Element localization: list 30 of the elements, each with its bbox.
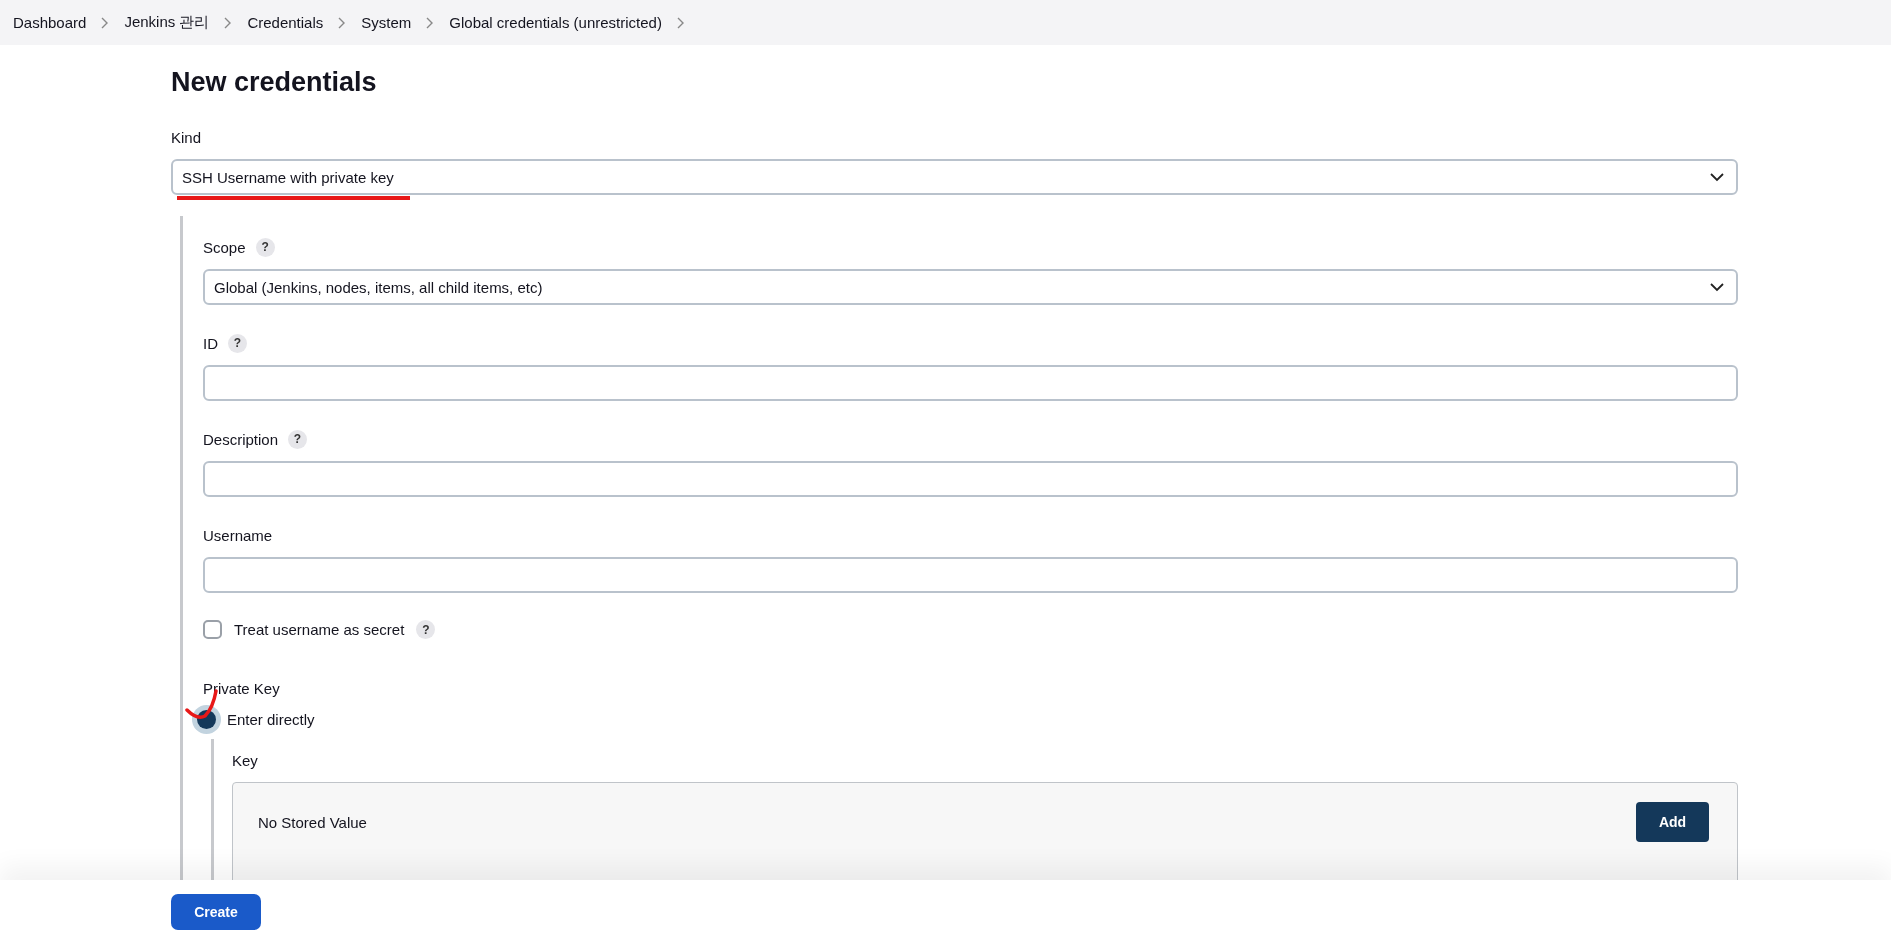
chevron-right-icon (675, 16, 686, 29)
help-icon[interactable]: ? (416, 620, 436, 639)
breadcrumb-link[interactable]: Credentials (247, 14, 324, 31)
checkbox[interactable] (203, 620, 222, 639)
breadcrumb-link[interactable]: Dashboard (13, 14, 87, 31)
field-label: Scope (203, 238, 246, 256)
checkbox-label: Treat username as secret (234, 621, 405, 638)
text-input-field[interactable] (203, 365, 1738, 401)
radio-label: Enter directly (227, 711, 315, 728)
create-button[interactable]: Create (171, 893, 261, 930)
field-label: Description (203, 430, 279, 448)
help-icon[interactable]: ? (228, 333, 247, 353)
field-label: Username (203, 526, 273, 544)
page-title: New credentials (171, 67, 378, 98)
key-status: No Stored Value (258, 813, 367, 831)
scope-select[interactable]: Global (Jenkins, nodes, items, all child items, etc) (203, 269, 1738, 305)
breadcrumb-link[interactable]: Global credentials (unrestricted) (449, 14, 662, 31)
chevron-down-icon (1710, 172, 1724, 182)
breadcrumb-link[interactable]: System (361, 14, 412, 31)
add-button[interactable]: Add (1636, 802, 1709, 842)
help-icon[interactable]: ? (288, 429, 308, 449)
help-icon[interactable]: ? (255, 237, 275, 257)
field-label: Kind (171, 128, 202, 146)
field-label: Key (232, 751, 258, 769)
field-label: Private Key (203, 679, 280, 697)
chevron-down-icon (1710, 282, 1724, 292)
field-label: ID (203, 334, 218, 352)
breadcrumb-link[interactable]: Jenkins 관리 (124, 13, 210, 32)
text-input-field[interactable] (203, 461, 1738, 497)
text-input-field[interactable] (203, 557, 1738, 593)
